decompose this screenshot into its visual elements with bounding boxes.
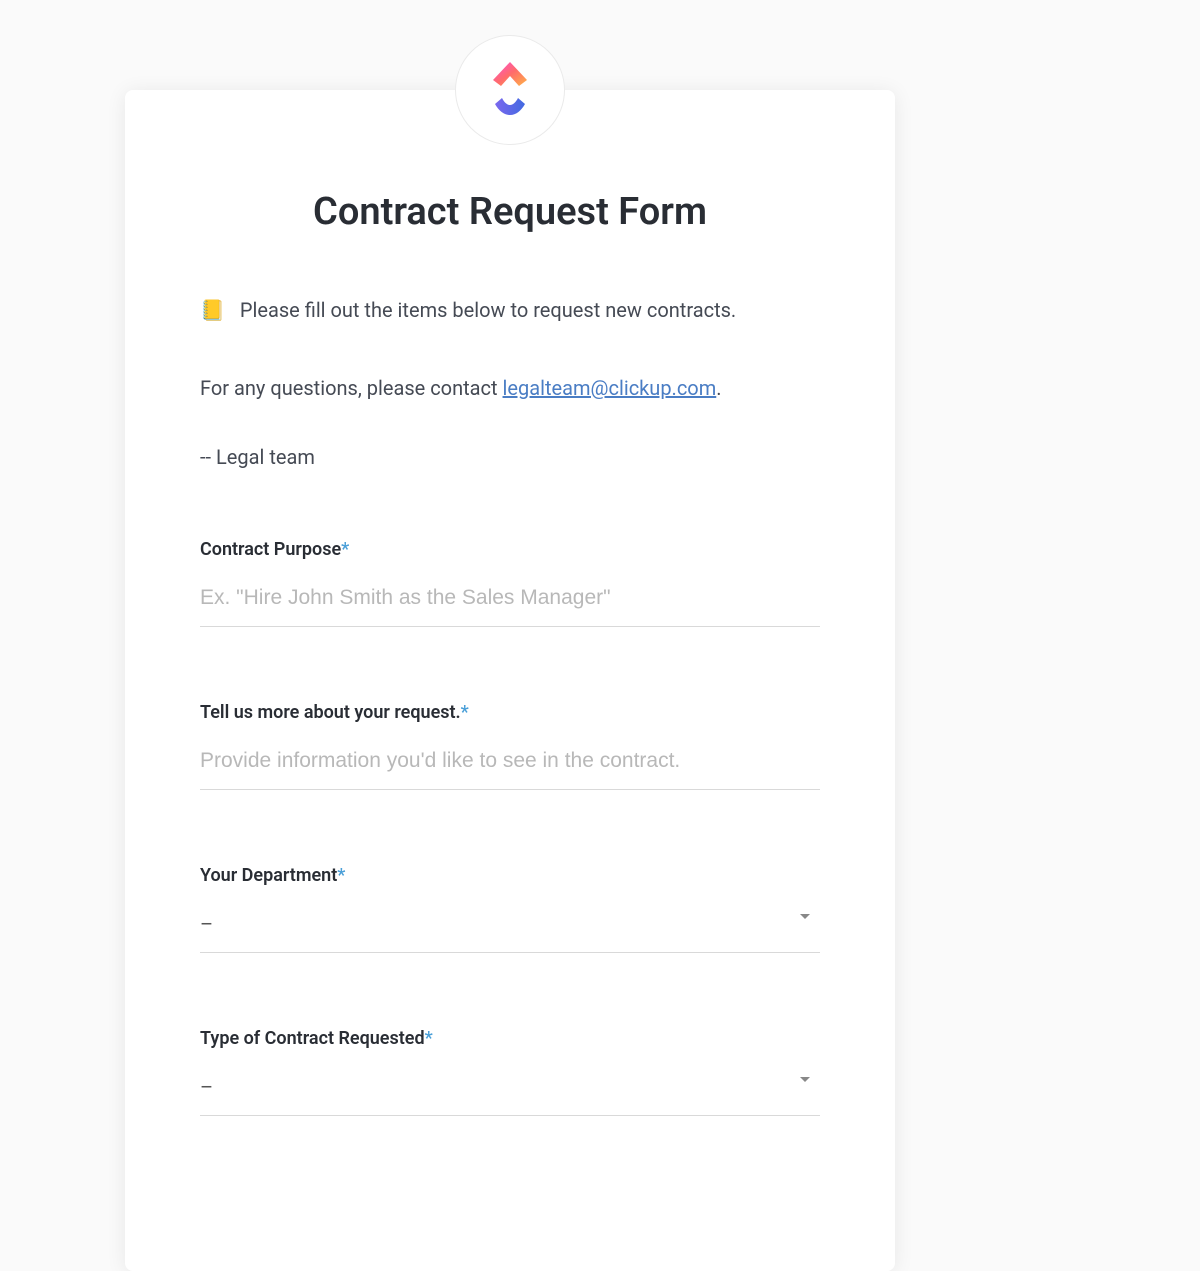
contact-suffix: . xyxy=(716,376,721,400)
chevron-down-icon xyxy=(800,1077,810,1082)
contract-purpose-input[interactable] xyxy=(200,578,820,627)
contact-email-link[interactable]: legalteam@clickup.com xyxy=(503,376,717,400)
required-mark: * xyxy=(425,1028,433,1049)
field-more-info: Tell us more about your request.* xyxy=(200,702,820,790)
required-mark: * xyxy=(341,539,349,560)
more-info-input[interactable] xyxy=(200,741,820,790)
chevron-down-icon xyxy=(800,914,810,919)
department-label: Your Department* xyxy=(200,865,820,886)
field-contract-purpose: Contract Purpose* xyxy=(200,539,820,627)
department-select[interactable]: – xyxy=(200,904,820,953)
contract-purpose-label: Contract Purpose* xyxy=(200,539,820,560)
contact-prefix: For any questions, please contact xyxy=(200,376,503,400)
field-department: Your Department* – xyxy=(200,865,820,953)
contract-type-label: Type of Contract Requested* xyxy=(200,1028,820,1049)
intro-text: 📒 Please fill out the items below to req… xyxy=(200,294,820,326)
required-mark: * xyxy=(461,702,469,723)
form-card: Contract Request Form 📒 Please fill out … xyxy=(125,90,895,1271)
intro-text-content: Please fill out the items below to reque… xyxy=(240,298,736,322)
more-info-label: Tell us more about your request.* xyxy=(200,702,820,723)
form-inner: Contract Request Form 📒 Please fill out … xyxy=(125,90,895,1116)
notepad-emoji-icon: 📒 xyxy=(200,298,225,322)
department-select-value: – xyxy=(200,904,820,952)
contract-type-select[interactable]: – xyxy=(200,1067,820,1116)
logo-circle xyxy=(455,35,565,145)
contact-text: For any questions, please contact legalt… xyxy=(200,376,820,400)
required-mark: * xyxy=(337,865,345,886)
field-contract-type: Type of Contract Requested* – xyxy=(200,1028,820,1116)
page-title: Contract Request Form xyxy=(200,190,820,234)
contract-type-select-value: – xyxy=(200,1067,820,1115)
clickup-logo-icon xyxy=(485,60,535,120)
signature-text: -- Legal team xyxy=(200,445,820,469)
